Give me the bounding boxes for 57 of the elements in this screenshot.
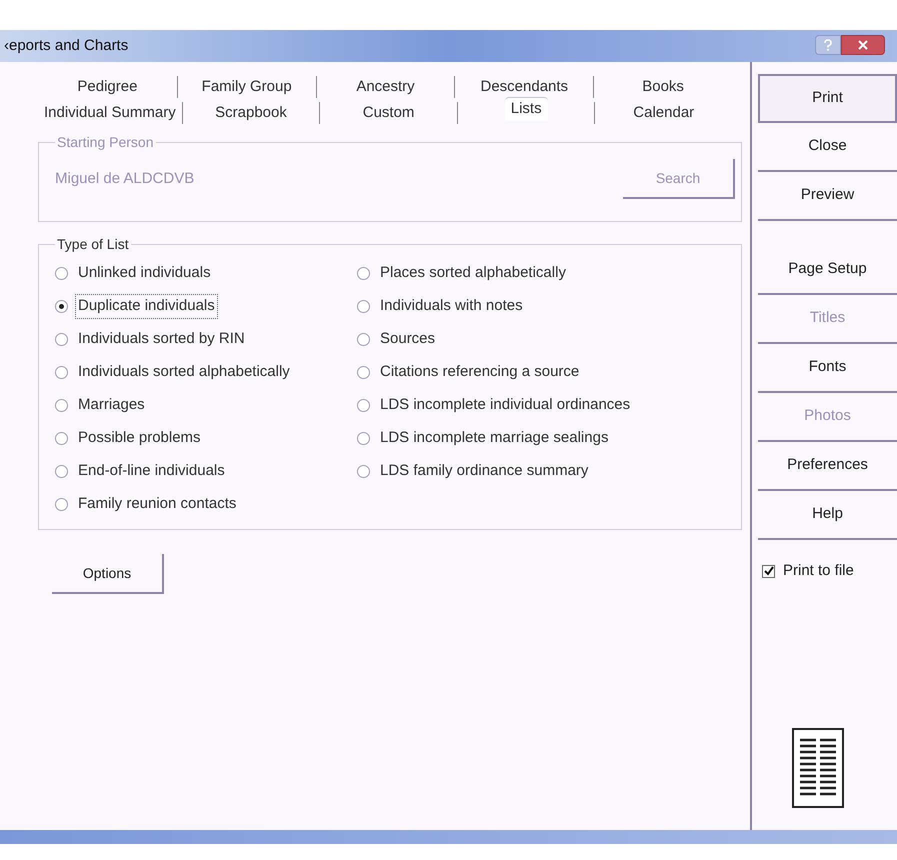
person-name: Miguel de ALDCDVB (55, 168, 194, 189)
radio-label[interactable]: Family reunion contacts (76, 493, 238, 516)
tab[interactable]: Descendants (474, 76, 574, 98)
side-button[interactable]: Preview (758, 172, 897, 221)
radio-button[interactable] (357, 300, 370, 313)
side-button[interactable]: Help (758, 491, 897, 540)
options-button[interactable]: Options (52, 554, 164, 594)
radio-button[interactable] (357, 333, 370, 346)
radio-label[interactable]: End-of-line individuals (76, 460, 227, 483)
radio-button[interactable] (55, 399, 68, 412)
tab[interactable]: Individual Summary (38, 102, 182, 124)
radio-label[interactable]: Individuals with notes (378, 295, 525, 318)
document-icon (792, 728, 844, 808)
radio-label[interactable]: LDS incomplete marriage sealings (378, 427, 610, 450)
radio-button[interactable] (357, 465, 370, 478)
tab[interactable]: Calendar (627, 102, 700, 124)
radio-button[interactable] (357, 366, 370, 379)
group-title: Type of List (56, 235, 130, 254)
radio-button[interactable] (357, 432, 370, 445)
radio-button[interactable] (55, 366, 68, 379)
tab[interactable]: Lists (504, 97, 548, 121)
checkbox-label[interactable]: Print to file (783, 560, 854, 582)
radio-button[interactable] (55, 432, 68, 445)
side-button[interactable]: Close (758, 123, 897, 172)
radio-label[interactable]: Unlinked individuals (76, 262, 213, 285)
tab[interactable]: Custom (356, 102, 420, 124)
tab[interactable]: Ancestry (350, 76, 421, 98)
radio-label[interactable]: Sources (378, 328, 438, 351)
radio-label[interactable]: Places sorted alphabetically (378, 262, 568, 285)
radio-button[interactable] (55, 333, 68, 346)
side-button[interactable]: Page Setup (758, 246, 897, 295)
radio-label[interactable]: Possible problems (76, 427, 203, 450)
radio-label[interactable]: Duplicate individuals (76, 295, 217, 318)
window-title: ‹eports and Charts (4, 36, 128, 56)
radio-button[interactable] (55, 267, 68, 280)
radio-label[interactable]: Citations referencing a source (378, 361, 582, 384)
radio-label[interactable]: Individuals sorted alphabetically (76, 361, 292, 384)
radio-button[interactable] (55, 300, 68, 313)
radio-label[interactable]: Individuals sorted by RIN (76, 328, 247, 351)
radio-button[interactable] (357, 399, 370, 412)
radio-button[interactable] (357, 267, 370, 280)
group-title: Starting Person (56, 133, 154, 152)
radio-label[interactable]: LDS incomplete individual ordinances (378, 394, 632, 417)
side-button[interactable]: Print (758, 74, 897, 123)
close-icon[interactable] (841, 35, 885, 55)
help-icon[interactable] (815, 35, 841, 55)
radio-button[interactable] (55, 498, 68, 511)
tab[interactable]: Family Group (196, 76, 298, 98)
tab[interactable]: Pedigree (71, 76, 144, 98)
side-button[interactable]: Preferences (758, 442, 897, 491)
radio-label[interactable]: Marriages (76, 394, 147, 417)
checkbox[interactable] (762, 564, 775, 578)
side-button[interactable]: Fonts (758, 344, 897, 393)
tab[interactable]: Scrapbook (209, 102, 293, 124)
radio-button[interactable] (55, 465, 68, 478)
radio-label[interactable]: LDS family ordinance summary (378, 460, 590, 483)
tab[interactable]: Books (636, 76, 690, 98)
